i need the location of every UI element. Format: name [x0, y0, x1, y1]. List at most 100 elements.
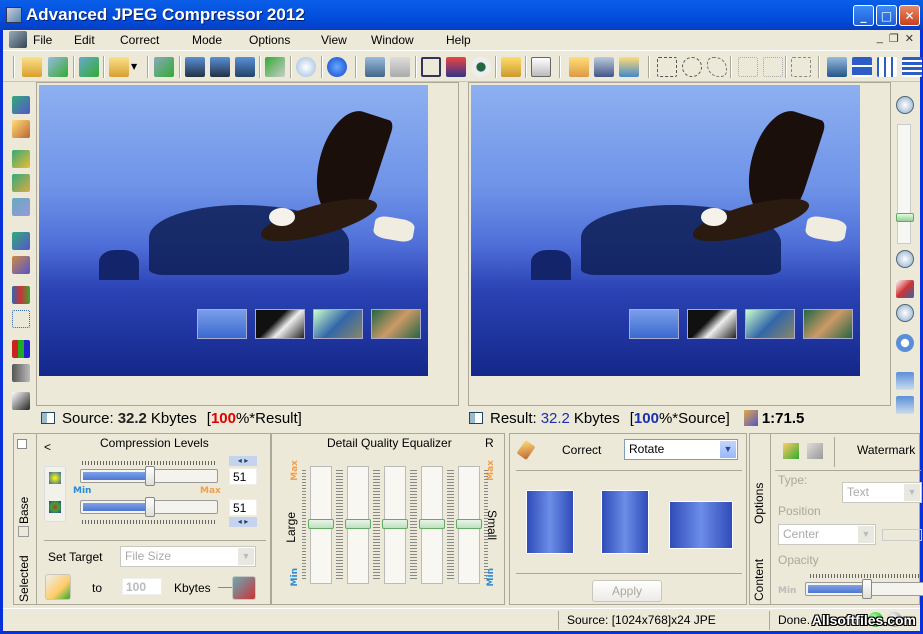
source-view[interactable] [36, 82, 459, 406]
tab-content[interactable]: Content [752, 549, 766, 601]
edit-note-icon[interactable] [501, 57, 521, 77]
window-layout-icon[interactable] [827, 57, 847, 77]
tab-selected[interactable]: Selected [17, 546, 31, 602]
minimize-button[interactable]: _ [853, 5, 874, 26]
crop-icon[interactable] [421, 57, 441, 77]
open-folder-icon[interactable] [109, 57, 129, 77]
horizontal-split-icon[interactable] [852, 57, 872, 77]
compress-dotted-icon[interactable] [12, 256, 30, 274]
convert-icon[interactable] [79, 57, 99, 77]
preview-eye-icon[interactable] [471, 57, 491, 77]
result-view[interactable] [468, 82, 891, 406]
close-button[interactable]: ✕ [899, 5, 920, 26]
dropdown-arrow-icon[interactable]: ▼ [131, 57, 141, 77]
select-zoom-icon[interactable] [594, 57, 614, 77]
chevron-down-icon[interactable]: ▼ [904, 484, 920, 501]
mdi-restore-button[interactable]: ❐ [889, 32, 899, 45]
chrominance-spin[interactable]: ◂ ▸ [229, 517, 257, 527]
menu-options[interactable]: Options [249, 33, 290, 47]
apply-button[interactable]: Apply [592, 580, 662, 602]
luminance-slider-knob[interactable] [145, 466, 155, 486]
position-offset-slider[interactable] [882, 529, 922, 541]
channels-icon[interactable] [12, 286, 30, 304]
chrominance-slider[interactable] [80, 497, 218, 517]
batch-open-icon[interactable] [48, 57, 68, 77]
cascade-icon[interactable] [390, 57, 410, 77]
flip-button[interactable] [669, 501, 733, 549]
hand-pan-icon[interactable] [569, 57, 589, 77]
chrominance-slider-knob[interactable] [145, 497, 155, 517]
menu-view[interactable]: View [321, 33, 347, 47]
collapse-button[interactable]: < [44, 440, 51, 454]
equalizer-band-knob[interactable] [419, 519, 445, 529]
rotate-ccw-button[interactable] [526, 490, 574, 554]
maximize-button[interactable]: □ [876, 5, 897, 26]
luminance-icon[interactable] [49, 472, 61, 484]
opacity-slider[interactable] [805, 579, 923, 599]
list-layout-icon[interactable] [902, 57, 922, 77]
ellipse-select-icon[interactable] [682, 57, 702, 77]
info-icon[interactable] [296, 57, 316, 77]
resize-icon[interactable] [446, 57, 466, 77]
remove-watermark-icon[interactable] [807, 443, 823, 459]
layout-side-icon[interactable] [896, 372, 914, 390]
compress-region-icon[interactable] [12, 232, 30, 250]
equalizer-band-knob[interactable] [382, 519, 408, 529]
equalizer-band-5[interactable] [456, 466, 482, 584]
zoom-in-icon[interactable] [896, 96, 914, 114]
levels-icon[interactable] [12, 392, 30, 410]
menu-correct[interactable]: Correct [120, 33, 159, 47]
save-web-icon[interactable] [235, 57, 255, 77]
batch-convert-icon[interactable] [154, 57, 174, 77]
equalizer-band-knob[interactable] [345, 519, 371, 529]
menu-edit[interactable]: Edit [74, 33, 95, 47]
layout-stacked-icon[interactable] [896, 396, 914, 414]
luminance-value[interactable]: 51 [229, 468, 257, 485]
zoom-slider-knob[interactable] [896, 213, 914, 222]
rect-select-icon[interactable] [657, 57, 677, 77]
clear-selection-icon[interactable] [763, 57, 783, 77]
correct-mode-select[interactable]: Rotate ▼ [624, 439, 738, 460]
save-as-icon[interactable] [210, 57, 230, 77]
mdi-minimize-button[interactable]: _ [877, 32, 883, 45]
cut-selection-icon[interactable] [738, 57, 758, 77]
chevron-down-icon[interactable]: ▼ [720, 441, 736, 458]
navigator-icon[interactable] [896, 334, 914, 352]
chevron-down-icon[interactable]: ▼ [858, 526, 874, 543]
zoom-out-icon[interactable] [896, 250, 914, 268]
document-icon[interactable] [9, 31, 27, 48]
chevron-down-icon[interactable]: ▼ [238, 548, 254, 565]
fit-window-icon[interactable] [896, 280, 914, 298]
chrominance-value[interactable]: 51 [229, 499, 257, 516]
properties-icon[interactable] [531, 57, 551, 77]
hand-pan-alt-icon[interactable] [619, 57, 639, 77]
apply-target-button[interactable] [45, 574, 71, 600]
save-icon[interactable] [185, 57, 205, 77]
lasso-select-icon[interactable] [707, 57, 727, 77]
target-type-select[interactable]: File Size ▼ [120, 546, 256, 567]
help-icon[interactable] [327, 57, 347, 77]
target-value-input[interactable]: 100 [122, 578, 162, 595]
equalizer-band-1[interactable] [308, 466, 334, 584]
compress-icon[interactable] [12, 96, 30, 114]
vertical-split-icon[interactable] [877, 57, 897, 77]
calculate-target-button[interactable] [232, 576, 256, 600]
menu-file[interactable]: File [33, 33, 52, 47]
actual-size-icon[interactable] [896, 304, 914, 322]
compress-lock-icon[interactable] [12, 174, 30, 192]
equalizer-band-knob[interactable] [456, 519, 482, 529]
position-select[interactable]: Center ▼ [778, 524, 876, 545]
channels-dotted-icon[interactable] [12, 310, 30, 328]
mdi-close-button[interactable]: ✕ [905, 32, 914, 45]
source-image[interactable] [39, 85, 428, 376]
luminance-spin[interactable]: ◂ ▸ [229, 456, 257, 466]
equalizer-band-2[interactable] [345, 466, 371, 584]
menu-window[interactable]: Window [371, 33, 414, 47]
export-mail-icon[interactable] [265, 57, 285, 77]
tab-switch-icon[interactable] [18, 526, 29, 537]
tab-options[interactable]: Options [752, 472, 766, 524]
menu-help[interactable]: Help [446, 33, 471, 47]
open-icon[interactable] [22, 57, 42, 77]
chrominance-icon[interactable] [49, 501, 61, 513]
equalizer-band-3[interactable] [382, 466, 408, 584]
